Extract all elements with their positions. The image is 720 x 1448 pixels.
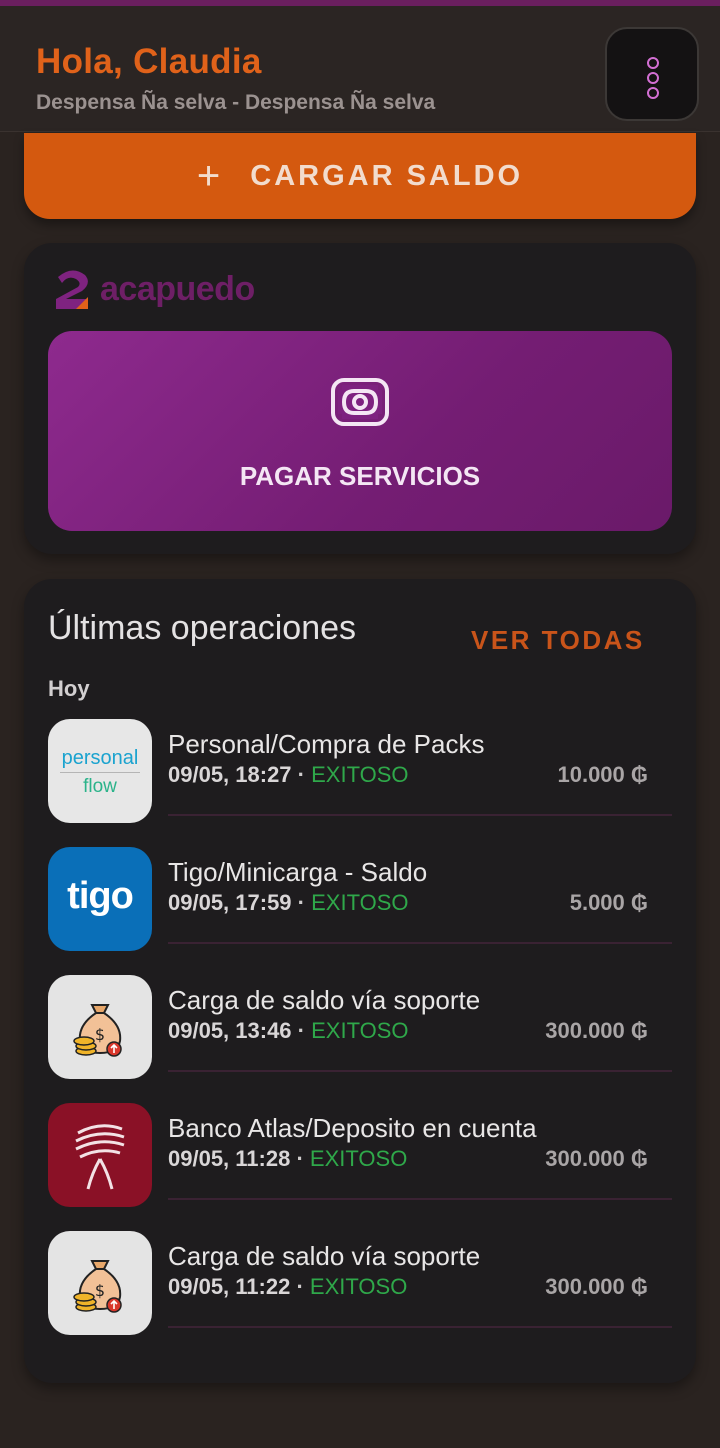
operation-row[interactable]: tigo Tigo/Minicarga - Saldo 09/05, 17:59…	[48, 847, 672, 975]
acapuedo-logo-icon	[56, 270, 88, 309]
ver-todas-link[interactable]: VER TODAS	[471, 625, 645, 656]
logo-text-tigo: tigo	[67, 875, 134, 917]
money-bag-icon: $	[48, 1231, 152, 1335]
operation-status: EXITOSO	[311, 1018, 409, 1043]
plus-icon: +	[196, 154, 221, 198]
tigo-logo: tigo	[48, 847, 152, 951]
operation-amount: 5.000 ₲	[569, 890, 648, 915]
operation-status: EXITOSO	[311, 762, 409, 787]
row-divider	[168, 814, 672, 816]
operation-status: EXITOSO	[309, 1146, 408, 1171]
acapuedo-logo: acapuedo	[52, 265, 255, 313]
operation-meta: 09/05, 18:27 · EXITOSO	[168, 762, 409, 788]
row-divider	[168, 1198, 672, 1200]
store-name: Despensa Ña selva - Despensa Ña selva	[36, 91, 436, 114]
operation-row[interactable]: Banco Atlas/Deposito en cuenta 09/05, 11…	[48, 1103, 672, 1231]
operation-meta: 09/05, 11:28 · EXITOSO	[168, 1146, 407, 1172]
acapuedo-card: acapuedo PAGAR SERVICIOS	[24, 243, 696, 554]
brand-name: acapuedo	[100, 269, 255, 308]
operation-status: EXITOSO	[309, 1274, 408, 1299]
more-options-button[interactable]	[605, 27, 699, 121]
operations-card: Últimas operaciones VER TODAS Hoy person…	[24, 579, 696, 1383]
operation-amount: 10.000 ₲	[557, 762, 648, 787]
row-divider	[168, 1326, 672, 1328]
meta-separator: ·	[296, 1274, 304, 1299]
operation-amount: 300.000 ₲	[545, 1146, 648, 1171]
operation-datetime: 09/05, 13:46	[168, 1018, 292, 1043]
cargar-saldo-label: CARGAR SALDO	[250, 159, 524, 192]
operation-status: EXITOSO	[311, 890, 409, 915]
operation-datetime: 09/05, 11:28	[168, 1146, 291, 1171]
operation-meta: 09/05, 11:22 · EXITOSO	[168, 1274, 407, 1300]
svg-text:$: $	[95, 1281, 105, 1300]
personal-flow-logo: personal flow	[48, 719, 152, 823]
operation-row[interactable]: $ Carga de saldo vía soporte 09/05, 13:4…	[48, 975, 672, 1103]
row-divider	[168, 942, 672, 944]
pagar-servicios-label: PAGAR SERVICIOS	[239, 461, 481, 491]
operation-datetime: 09/05, 11:22	[168, 1274, 291, 1299]
meta-separator: ·	[296, 1146, 304, 1171]
date-group-label: Hoy	[48, 676, 90, 701]
money-bag-icon: $	[48, 975, 152, 1079]
meta-separator: ·	[297, 890, 305, 915]
operation-title: Carga de saldo vía soporte	[168, 1241, 481, 1271]
operation-title: Banco Atlas/Deposito en cuenta	[168, 1113, 537, 1143]
banco-atlas-logo	[48, 1103, 152, 1207]
scan-camera-icon	[331, 378, 389, 426]
operation-datetime: 09/05, 18:27	[168, 762, 292, 787]
operation-meta: 09/05, 13:46 · EXITOSO	[168, 1018, 409, 1044]
svg-text:$: $	[95, 1025, 105, 1044]
pagar-servicios-button[interactable]: PAGAR SERVICIOS	[48, 331, 672, 531]
logo-text-personal: personal	[61, 747, 139, 769]
logo-text-flow: flow	[83, 776, 117, 797]
app-header: Hola, Claudia Despensa Ña selva - Despen…	[0, 6, 720, 132]
greeting-title: Hola, Claudia	[36, 42, 262, 81]
operation-meta: 09/05, 17:59 · EXITOSO	[168, 890, 409, 916]
operation-datetime: 09/05, 17:59	[168, 890, 292, 915]
cargar-saldo-button[interactable]: + CARGAR SALDO	[24, 133, 696, 219]
operation-title: Tigo/Minicarga - Saldo	[168, 857, 428, 887]
operations-title: Últimas operaciones	[48, 609, 357, 647]
operation-amount: 300.000 ₲	[545, 1018, 648, 1043]
meta-separator: ·	[297, 762, 305, 787]
operation-row[interactable]: personal flow Personal/Compra de Packs 0…	[48, 719, 672, 847]
operation-title: Personal/Compra de Packs	[168, 729, 485, 759]
row-divider	[168, 1070, 672, 1072]
operation-title: Carga de saldo vía soporte	[168, 985, 481, 1015]
operation-row[interactable]: $ Carga de saldo vía soporte 09/05, 11:2…	[48, 1231, 672, 1359]
meta-separator: ·	[297, 1018, 305, 1043]
operation-amount: 300.000 ₲	[545, 1274, 648, 1299]
